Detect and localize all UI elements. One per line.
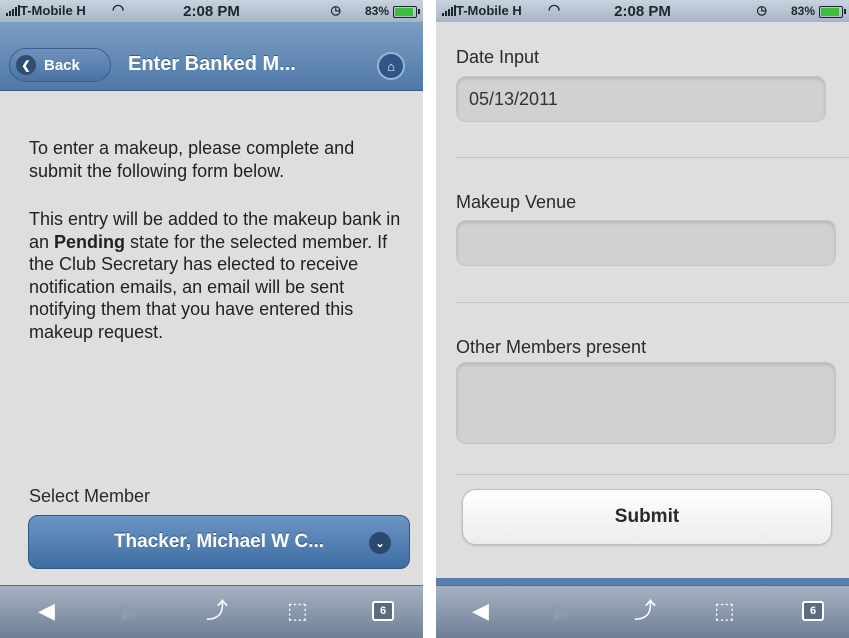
status-bar: T-Mobile H ◠ 2:08 PM ◷ 83% — [0, 0, 423, 22]
makeup-venue-label: Makeup Venue — [456, 192, 577, 212]
field-divider — [456, 302, 849, 303]
alarm-icon: ◷ — [330, 3, 341, 17]
back-arrow-icon: ❮ — [16, 55, 36, 75]
battery-percent: 83% — [790, 4, 815, 18]
browser-forward-icon[interactable]: ▶ — [554, 598, 571, 624]
field-divider — [456, 157, 849, 158]
pages-icon[interactable]: 6 — [802, 601, 824, 621]
pending-status-text: Pending — [54, 231, 126, 252]
back-button-label: Back — [44, 56, 80, 74]
intro-text: To enter a makeup, please complete and s… — [29, 138, 355, 181]
battery-icon — [819, 6, 846, 18]
bookmarks-icon[interactable]: ⬚ — [287, 598, 308, 624]
member-select[interactable]: Thacker, Michael W C... ⌄ — [28, 515, 410, 569]
other-members-input[interactable] — [456, 362, 836, 444]
browser-back-icon[interactable]: ◀ — [38, 598, 55, 624]
member-select-value: Thacker, Michael W C... — [113, 531, 325, 552]
browser-toolbar: ◀ ▶ ⤴ ⬚ 6 — [436, 585, 849, 638]
select-member-label: Select Member — [29, 486, 151, 506]
browser-back-icon[interactable]: ◀ — [472, 598, 489, 624]
submit-button[interactable]: Submit — [462, 489, 832, 545]
browser-forward-icon[interactable]: ▶ — [122, 598, 139, 624]
status-bar: T-Mobile H ◠ 2:08 PM ◷ 83% — [436, 0, 849, 22]
page-header: ❮ Back Enter Banked M... ⌂ — [0, 22, 423, 91]
date-input[interactable]: 05/13/2011 — [456, 76, 826, 122]
status-time: 2:08 PM — [614, 3, 671, 20]
field-divider — [456, 474, 849, 475]
alarm-icon: ◷ — [756, 3, 767, 17]
share-icon[interactable]: ⤴ — [634, 598, 656, 624]
phone-screen-left: T-Mobile H ◠ 2:08 PM ◷ 83% ❮ Back Enter … — [0, 0, 423, 638]
other-members-label: Other Members present — [456, 337, 647, 357]
browser-toolbar: ◀ ▶ ⤴ ⬚ 6 — [0, 585, 423, 638]
share-icon[interactable]: ⤴ — [206, 598, 228, 624]
status-time: 2:08 PM — [183, 3, 240, 20]
page-title: Enter Banked M... — [128, 53, 296, 75]
chevron-down-icon: ⌄ — [369, 532, 391, 554]
detail-text: This entry will be added to the makeup b… — [29, 208, 401, 343]
phone-screen-right: T-Mobile H ◠ 2:08 PM ◷ 83% Date Input 05… — [436, 0, 849, 638]
battery-icon — [393, 6, 420, 18]
battery-percent: 83% — [364, 4, 389, 18]
pages-icon[interactable]: 6 — [372, 601, 394, 621]
home-icon: ⌂ — [387, 58, 395, 74]
bookmarks-icon[interactable]: ⬚ — [714, 598, 735, 624]
date-input-label: Date Input — [456, 47, 540, 67]
home-button[interactable]: ⌂ — [377, 52, 405, 80]
back-button[interactable]: ❮ Back — [9, 48, 111, 82]
makeup-venue-input[interactable] — [456, 220, 836, 266]
